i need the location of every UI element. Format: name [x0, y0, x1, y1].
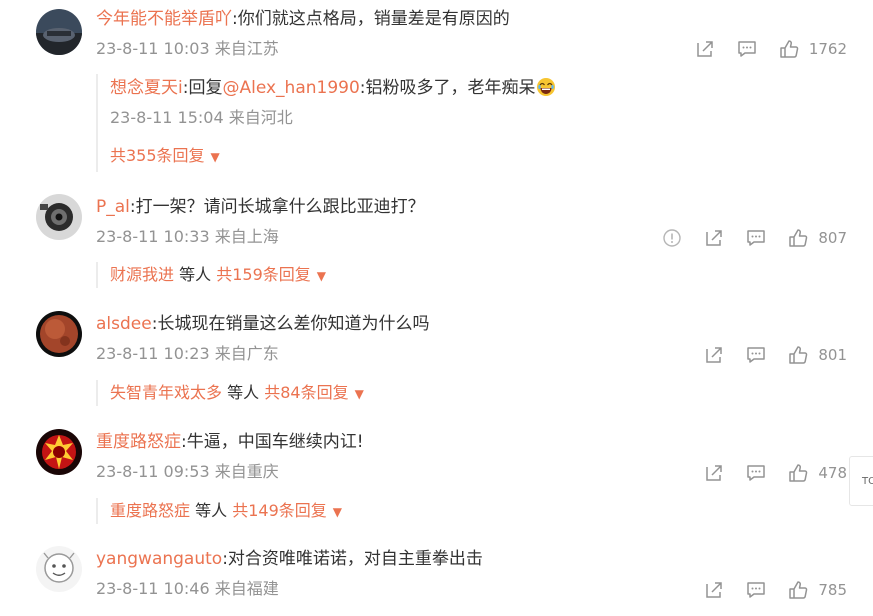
- like-button[interactable]: 478: [788, 463, 847, 483]
- others-label: 等人: [222, 383, 265, 402]
- comment-button[interactable]: [746, 228, 766, 248]
- comment-text: :打一架？请问长城拿什么跟比亚迪打？: [129, 197, 425, 217]
- share-icon: [706, 582, 723, 598]
- caret-down-icon[interactable]: ▼: [333, 505, 342, 519]
- like-count: 807: [818, 229, 847, 247]
- comment-icon: [747, 465, 766, 481]
- reply-user-link[interactable]: 失智青年戏太多: [110, 383, 222, 402]
- share-icon: [706, 230, 723, 246]
- comment-actions: 801: [682, 344, 847, 366]
- comment-line: alsdee:长城现在销量这么差你知道为什么吗: [96, 313, 429, 335]
- comment-actions: 785: [682, 579, 847, 601]
- comment-line: yangwangauto:对合资唯唯诺诺，对自主重拳出击: [96, 548, 483, 570]
- share-button[interactable]: [704, 580, 724, 600]
- others-label: 等人: [174, 265, 217, 284]
- avatar[interactable]: [36, 546, 82, 592]
- comment-text: :牛逼，中国车继续内讧!: [181, 432, 364, 452]
- share-icon: [706, 465, 723, 481]
- like-icon: [789, 581, 808, 599]
- caret-down-icon[interactable]: ▼: [355, 387, 364, 401]
- like-button[interactable]: 801: [788, 345, 847, 365]
- comment-icon: [738, 41, 756, 57]
- comment-meta: 23-8-11 10:33 来自上海: [96, 227, 279, 246]
- reply-text: :铝粉吸多了，老年痴呆: [359, 78, 536, 98]
- like-icon: [780, 40, 799, 58]
- reply-thread-line: [96, 74, 98, 172]
- comment-meta: 23-8-11 09:53 来自重庆: [96, 462, 279, 481]
- comment-meta: 23-8-11 10:03 来自江苏: [96, 39, 279, 58]
- like-count: 1762: [808, 40, 847, 58]
- like-count: 785: [818, 581, 847, 599]
- comment-text: :长城现在销量这么差你知道为什么吗: [151, 314, 430, 334]
- reply-thread-line: [96, 498, 98, 524]
- share-button[interactable]: [695, 39, 715, 59]
- username-link[interactable]: 今年能不能举盾吖: [96, 9, 232, 29]
- back-to-top-label: TO: [862, 475, 873, 487]
- reply-meta: 23-8-11 15:04 来自河北: [110, 108, 293, 127]
- more-replies-link[interactable]: 共159条回复: [216, 265, 311, 284]
- like-button[interactable]: 1762: [779, 39, 847, 59]
- comment-button[interactable]: [746, 463, 766, 483]
- reply-line: 想念夏天i:回复@Alex_han1990:铝粉吸多了，老年痴呆: [110, 77, 556, 103]
- more-replies-link[interactable]: 共149条回复: [232, 501, 327, 520]
- more-replies-link[interactable]: 共355条回复: [110, 146, 205, 165]
- more-replies: 重度路怒症 等人 共149条回复 ▼: [110, 500, 342, 523]
- mention-link[interactable]: @Alex_han1990: [222, 78, 359, 98]
- comment-button[interactable]: [746, 580, 766, 600]
- avatar[interactable]: [36, 194, 82, 240]
- more-replies: 财源我进 等人 共159条回复 ▼: [110, 264, 326, 287]
- comment-meta: 23-8-11 10:23 来自广东: [96, 344, 279, 363]
- like-icon: [789, 346, 808, 364]
- like-icon: [789, 229, 808, 247]
- share-icon: [706, 347, 723, 363]
- reply-user-link[interactable]: 财源我进: [110, 265, 174, 284]
- like-icon: [789, 464, 808, 482]
- avatar[interactable]: [36, 429, 82, 475]
- reply-thread-line: [96, 380, 98, 406]
- comment-icon: [747, 230, 766, 246]
- comment-actions: 478: [682, 462, 847, 484]
- comment-button[interactable]: [746, 345, 766, 365]
- reply-thread-line: [96, 262, 98, 288]
- more-replies-link[interactable]: 共84条回复: [264, 383, 348, 402]
- like-button[interactable]: 785: [788, 580, 847, 600]
- avatar[interactable]: [36, 9, 82, 55]
- like-count: 801: [818, 346, 847, 364]
- share-button[interactable]: [704, 228, 724, 248]
- report-icon: [663, 229, 682, 247]
- username-link[interactable]: P_al: [96, 197, 130, 217]
- reply-username-link[interactable]: 想念夏天i: [110, 78, 183, 98]
- back-to-top-button[interactable]: TO: [849, 456, 873, 506]
- comment-icon: [747, 347, 766, 363]
- others-label: 等人: [190, 501, 233, 520]
- comment-line: 今年能不能举盾吖:你们就这点格局，销量差是有原因的: [96, 8, 510, 30]
- share-icon: [697, 41, 713, 57]
- laughing-emoji-icon: [536, 77, 556, 103]
- report-button[interactable]: [662, 228, 682, 248]
- comment-actions: 807: [640, 227, 847, 249]
- comment-actions: 1762: [673, 38, 847, 60]
- username-link[interactable]: alsdee: [96, 314, 152, 334]
- caret-down-icon[interactable]: ▼: [211, 150, 220, 164]
- more-replies: 共355条回复 ▼: [110, 145, 220, 168]
- share-button[interactable]: [704, 345, 724, 365]
- comment-button[interactable]: [737, 39, 757, 59]
- avatar[interactable]: [36, 311, 82, 357]
- reply-prefix: :回复: [182, 78, 223, 98]
- comment-text: :对合资唯唯诺诺，对自主重拳出击: [222, 549, 483, 569]
- comment-meta: 23-8-11 10:46 来自福建: [96, 579, 279, 598]
- reply-user-link[interactable]: 重度路怒症: [110, 501, 190, 520]
- like-count: 478: [818, 464, 847, 482]
- like-button[interactable]: 807: [788, 228, 847, 248]
- username-link[interactable]: yangwangauto: [96, 549, 222, 569]
- comment-icon: [747, 582, 766, 598]
- comment-line: 重度路怒症:牛逼，中国车继续内讧!: [96, 431, 364, 453]
- more-replies: 失智青年戏太多 等人 共84条回复 ▼: [110, 382, 364, 405]
- comment-line: P_al:打一架？请问长城拿什么跟比亚迪打？: [96, 196, 425, 218]
- username-link[interactable]: 重度路怒症: [96, 432, 181, 452]
- caret-down-icon[interactable]: ▼: [317, 269, 326, 283]
- comment-text: :你们就这点格局，销量差是有原因的: [232, 9, 510, 29]
- share-button[interactable]: [704, 463, 724, 483]
